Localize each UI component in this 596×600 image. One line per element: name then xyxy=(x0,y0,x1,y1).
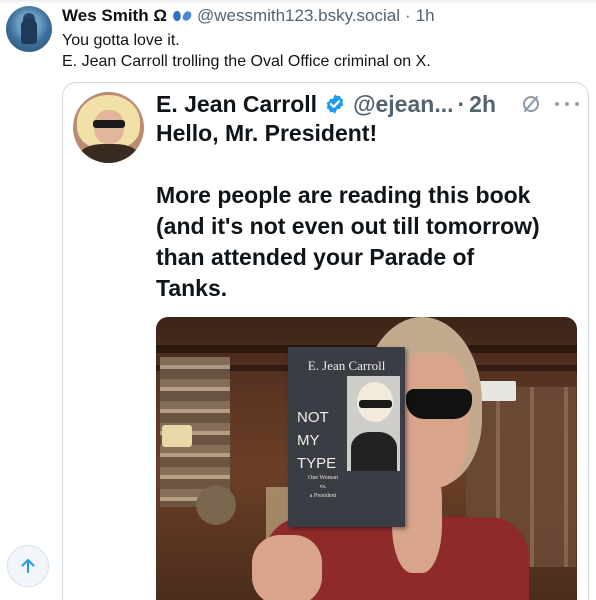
book-subtitle-line: a President xyxy=(309,493,337,499)
post-text-line: E. Jean Carroll trolling the Oval Office… xyxy=(62,53,431,70)
post-time[interactable]: 1h xyxy=(416,6,435,26)
book-title-line: MY xyxy=(297,432,320,449)
book-cover: E. Jean Carroll NOT MY TYPE One Woman vs… xyxy=(288,347,405,527)
post-text-line: You gotta love it. xyxy=(62,32,180,49)
edited-icon[interactable] xyxy=(520,93,542,115)
quoted-author-handle[interactable]: @ejean... xyxy=(353,91,453,118)
book-title-line: NOT xyxy=(297,409,329,426)
scroll-to-top-button[interactable] xyxy=(7,545,49,587)
author-avatar[interactable] xyxy=(6,6,52,52)
quoted-post-text: Hello, Mr. President! More people are re… xyxy=(156,118,586,304)
quoted-text-line: Hello, Mr. President! xyxy=(156,120,378,146)
quoted-text-line: (and it's not even out till tomorrow) xyxy=(156,213,540,239)
separator-dot: · xyxy=(457,90,466,117)
more-icon[interactable] xyxy=(555,94,579,114)
quoted-text-line: More people are reading this book xyxy=(156,182,531,208)
author-name[interactable]: Wes Smith Ω xyxy=(62,6,167,26)
quoted-post-time[interactable]: 2h xyxy=(469,91,496,118)
arrow-up-icon xyxy=(21,559,35,573)
post-header: Wes Smith Ω @wessmith123.bsky.social · 1… xyxy=(62,4,435,28)
book-subtitle-line: One Woman xyxy=(308,475,338,481)
separator-dot: · xyxy=(405,6,411,25)
quoted-post-header: E. Jean Carroll @ejean... · 2h xyxy=(156,87,496,121)
quoted-author-avatar[interactable] xyxy=(73,92,144,163)
quoted-author-name[interactable]: E. Jean Carroll xyxy=(156,91,317,118)
quoted-text-line: Tanks. xyxy=(156,275,228,301)
book-subtitle-line: vs. xyxy=(319,484,327,490)
book-author: E. Jean Carroll xyxy=(307,358,386,373)
attached-photo[interactable]: E. Jean Carroll NOT MY TYPE One Woman vs… xyxy=(156,317,577,600)
quoted-text-line: than attended your Parade of xyxy=(156,244,475,270)
butterfly-icon xyxy=(173,10,191,22)
author-handle[interactable]: @wessmith123.bsky.social xyxy=(197,6,400,26)
book-title: NOT MY TYPE xyxy=(297,406,347,475)
verified-badge-icon xyxy=(324,93,346,115)
book-cover-photo xyxy=(347,376,400,471)
book-title-line: TYPE xyxy=(297,455,337,472)
post-text: You gotta love it. E. Jean Carroll troll… xyxy=(62,30,431,72)
book-subtitle: One Woman vs. a President xyxy=(298,474,348,501)
